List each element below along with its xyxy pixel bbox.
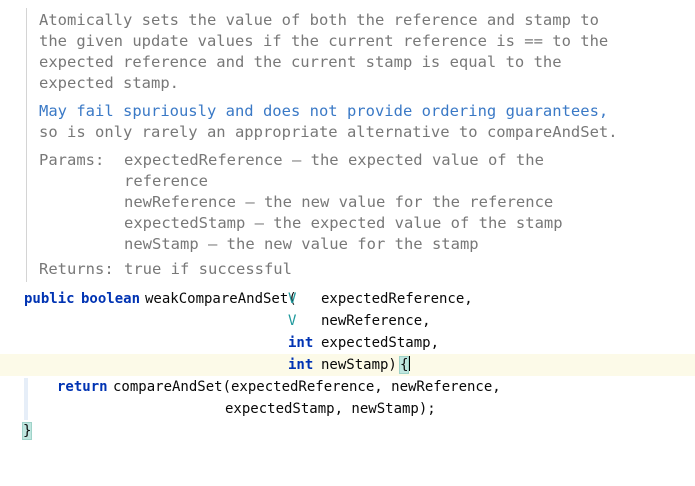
param-expected-stamp[interactable]: expectedStamp, <box>321 332 439 354</box>
doc-returns-value: true if successful <box>124 260 292 278</box>
method-name[interactable]: weakCompareAndSet( <box>145 288 297 310</box>
text-caret <box>409 356 411 371</box>
doc-param-line: reference <box>124 172 208 190</box>
doc-description-line: expected stamp. <box>39 74 179 92</box>
code-line-return[interactable]: return compareAndSet(expectedReference, … <box>0 376 695 398</box>
doc-comment-rail <box>26 8 27 282</box>
return-expression[interactable]: compareAndSet(expectedReference, newRefe… <box>113 376 501 398</box>
doc-param-line: expectedReference – the expected value o… <box>124 151 544 169</box>
code-line-param-expected-stamp[interactable]: int expectedStamp, <box>0 332 695 354</box>
type-parameter-v: V <box>288 313 297 329</box>
param-expected-reference[interactable]: expectedReference, <box>321 288 473 310</box>
close-brace-highlight-group: } <box>21 420 33 442</box>
keyword-int: int <box>288 357 314 373</box>
doc-param-line: newReference – the new value for the ref… <box>124 193 554 211</box>
doc-param-line: expectedStamp – the expected value of th… <box>124 214 563 232</box>
doc-description-line: expected reference and the current stamp… <box>39 53 562 71</box>
doc-description-line: the given update values if the current r… <box>39 32 609 50</box>
rendered-javadoc: Atomically sets the value of both the re… <box>0 0 695 286</box>
code-line-current[interactable]: int newStamp) { <box>0 354 695 376</box>
return-expression-continued[interactable]: expectedStamp, newStamp); <box>225 398 436 420</box>
doc-params-list: expectedReference – the expected value o… <box>124 150 563 255</box>
doc-description-line: Atomically sets the value of both the re… <box>39 11 599 29</box>
keyword-boolean: boolean <box>81 291 141 307</box>
code-line-return-continued[interactable]: expectedStamp, newStamp); <box>0 398 695 420</box>
code-line-close[interactable]: } <box>0 420 695 442</box>
doc-note-text: so is only rarely an appropriate alterna… <box>39 123 487 141</box>
code-editor[interactable]: Atomically sets the value of both the re… <box>0 0 695 447</box>
keyword-return: return <box>57 379 108 395</box>
param-new-stamp[interactable]: newStamp) <box>321 354 397 376</box>
doc-note-line: so is only rarely an appropriate alterna… <box>39 122 618 143</box>
code-line-param-new-reference[interactable]: V newReference, <box>0 310 695 332</box>
doc-note-line: May fail spuriously and does not provide… <box>39 102 609 120</box>
indent-guide <box>24 378 28 420</box>
type-parameter-v: V <box>288 291 297 307</box>
keyword-int: int <box>288 335 314 351</box>
doc-description: Atomically sets the value of both the re… <box>39 10 608 94</box>
doc-link-compare-and-set[interactable]: compareAndSet <box>487 123 608 141</box>
doc-note-text: . <box>608 123 618 141</box>
doc-params-label: Params: <box>39 151 105 169</box>
close-brace-highlight: } <box>21 422 33 440</box>
param-new-reference[interactable]: newReference, <box>321 310 431 332</box>
open-brace-group: { <box>398 354 411 376</box>
code-line-signature[interactable]: public boolean weakCompareAndSet( V expe… <box>0 288 695 310</box>
doc-param-line: newStamp – the new value for the stamp <box>124 235 479 253</box>
doc-returns-label: Returns: <box>39 260 114 278</box>
doc-note: May fail spuriously and does not provide… <box>39 101 618 143</box>
open-brace-highlight: { <box>398 356 410 374</box>
keyword-public: public <box>24 291 75 307</box>
